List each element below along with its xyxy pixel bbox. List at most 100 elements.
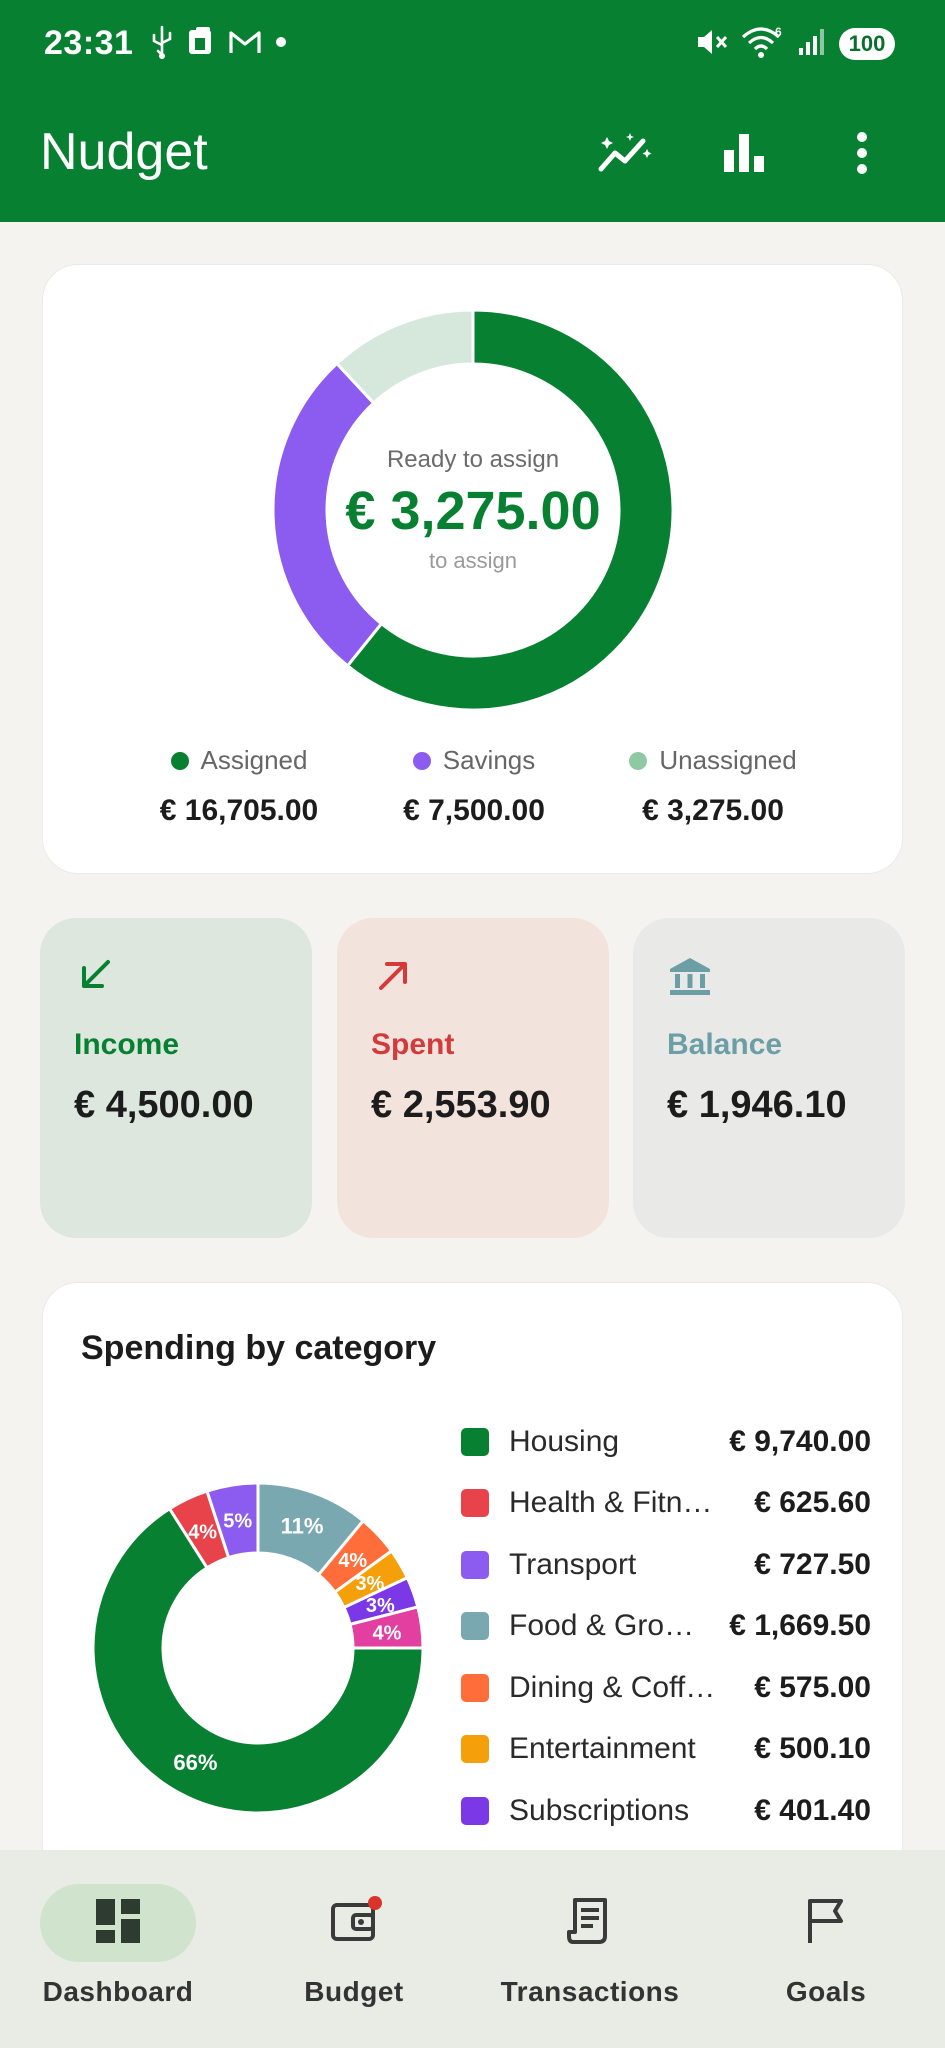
nav-label: Goals <box>785 1976 867 2007</box>
legend-label: Savings <box>442 745 536 775</box>
category-name: Housing <box>509 1424 620 1458</box>
budget-badge <box>368 1896 382 1910</box>
app-root: 23:31 6 100 Nudget Ready to assign € 3,2… <box>0 0 945 2048</box>
pie-slice-label: 4% <box>188 1521 217 1543</box>
insights-button[interactable] <box>567 120 685 190</box>
nav-budget[interactable]: Budget <box>236 1884 472 2034</box>
category-amount: € 1,669.50 <box>729 1609 871 1643</box>
category-swatch <box>461 1427 489 1456</box>
legend-dot <box>629 751 648 770</box>
legend-label: Assigned <box>200 745 308 775</box>
donut-center: Ready to assign € 3,275.00 to assign <box>273 310 673 710</box>
category-name: Health & Fitn… <box>509 1486 713 1520</box>
spending-legend-row[interactable]: Entertainment € 500.10 <box>461 1719 871 1781</box>
bar-chart-icon <box>722 132 766 179</box>
app-title: Nudget <box>40 123 208 181</box>
clipboard-icon <box>186 26 216 63</box>
category-amount: € 401.40 <box>754 1793 871 1827</box>
category-name: Entertainment <box>509 1732 696 1766</box>
status-left-icons <box>150 25 288 64</box>
nav-transactions[interactable]: Transactions <box>472 1884 708 2034</box>
arrow-down-left-icon <box>74 954 120 1000</box>
category-swatch <box>461 1796 489 1825</box>
category-amount: € 500.10 <box>754 1732 871 1766</box>
notification-dot-icon <box>274 35 288 54</box>
category-amount: € 575.00 <box>754 1670 871 1704</box>
pie-slice-label: 11% <box>281 1514 324 1539</box>
category-swatch <box>461 1735 489 1764</box>
nav-label: Budget <box>304 1976 404 2007</box>
nav-label: Dashboard <box>42 1976 194 2007</box>
more-options-button[interactable] <box>803 120 921 190</box>
category-name: Transport <box>509 1547 637 1581</box>
spending-legend-row[interactable]: Housing € 9,740.00 <box>461 1411 871 1473</box>
legend-assigned: Assigned € 16,705.00 <box>109 745 369 828</box>
mute-icon <box>695 26 729 63</box>
ready-amount: € 3,275.00 <box>345 481 601 541</box>
legend-value: € 16,705.00 <box>159 794 319 827</box>
category-name: Dining & Coff… <box>509 1670 716 1704</box>
more-vert-icon <box>855 131 869 180</box>
ready-label: Ready to assign <box>386 446 560 473</box>
spending-legend-row[interactable]: Dining & Coff… € 575.00 <box>461 1657 871 1719</box>
income-tile[interactable]: Income € 4,500.00 <box>40 918 312 1238</box>
spent-tile[interactable]: Spent € 2,553.90 <box>337 918 609 1238</box>
category-swatch <box>461 1612 489 1641</box>
status-time: 23:31 <box>44 24 134 62</box>
spending-title: Spending by category <box>81 1329 437 1367</box>
pie-slice-label: 4% <box>373 1623 402 1645</box>
category-name: Subscriptions <box>509 1793 690 1827</box>
pie-slice-label: 4% <box>338 1550 367 1572</box>
category-swatch <box>461 1489 489 1518</box>
status-right-icons: 6 100 <box>695 24 895 64</box>
spending-legend-row[interactable]: Food & Gro… € 1,669.50 <box>461 1596 871 1658</box>
bank-icon <box>667 954 713 1000</box>
pie-slice-label: 66% <box>173 1750 217 1775</box>
pie-slice-label: 5% <box>223 1511 252 1533</box>
spending-legend-row[interactable]: Health & Fitn… € 625.60 <box>461 1473 871 1535</box>
category-amount: € 625.60 <box>754 1486 871 1520</box>
balance-label: Balance <box>667 1028 783 1061</box>
legend-value: € 7,500.00 <box>403 794 545 827</box>
balance-tile[interactable]: Balance € 1,946.10 <box>633 918 905 1238</box>
legend-value: € 3,275.00 <box>642 794 784 827</box>
ready-sub: to assign <box>428 548 518 573</box>
spent-value: € 2,553.90 <box>371 1084 551 1126</box>
app-actions <box>567 120 921 190</box>
svg-text:6: 6 <box>775 25 782 39</box>
gmail-icon <box>228 28 262 61</box>
spending-pie-chart: 66%4% 5% 11%4%3%3%4% <box>91 1481 425 1815</box>
wifi-icon: 6 <box>741 25 785 64</box>
category-amount: € 9,740.00 <box>729 1424 871 1458</box>
usb-icon <box>150 25 174 64</box>
dashboard-icon <box>94 1897 142 1950</box>
status-bar: 23:31 6 100 <box>0 0 945 90</box>
category-swatch <box>461 1550 489 1579</box>
income-value: € 4,500.00 <box>74 1084 254 1126</box>
ready-to-assign-card[interactable]: Ready to assign € 3,275.00 to assign Ass… <box>42 264 903 874</box>
income-label: Income <box>74 1028 180 1061</box>
legend-savings: Savings € 7,500.00 <box>344 745 604 828</box>
legend-dot <box>170 751 189 770</box>
balance-value: € 1,946.10 <box>667 1084 847 1126</box>
flag-icon <box>805 1897 847 1950</box>
category-amount: € 727.50 <box>754 1547 871 1581</box>
app-header: 23:31 6 100 Nudget <box>0 0 945 222</box>
legend-label: Unassigned <box>659 745 797 775</box>
nav-label: Transactions <box>500 1976 680 2007</box>
nav-goals[interactable]: Goals <box>708 1884 944 2034</box>
battery-indicator: 100 <box>839 28 895 60</box>
stats-button[interactable] <box>685 120 803 190</box>
spending-legend-row[interactable]: Transport € 727.50 <box>461 1534 871 1596</box>
legend-unassigned: Unassigned € 3,275.00 <box>583 745 843 828</box>
spending-legend-row[interactable]: Subscriptions € 401.40 <box>461 1780 871 1842</box>
spent-label: Spent <box>371 1028 455 1061</box>
bottom-navigation: Dashboard Budget Transactions Goals <box>0 1850 945 2048</box>
signal-icon <box>797 27 827 62</box>
category-name: Food & Gro… <box>509 1609 695 1643</box>
nav-dashboard[interactable]: Dashboard <box>0 1884 236 2034</box>
spending-legend: Housing € 9,740.00 Health & Fitn… € 625.60 T… <box>461 1411 871 1842</box>
allocation-donut: Ready to assign € 3,275.00 to assign <box>271 308 675 712</box>
insights-icon <box>597 131 655 180</box>
category-swatch <box>461 1673 489 1702</box>
